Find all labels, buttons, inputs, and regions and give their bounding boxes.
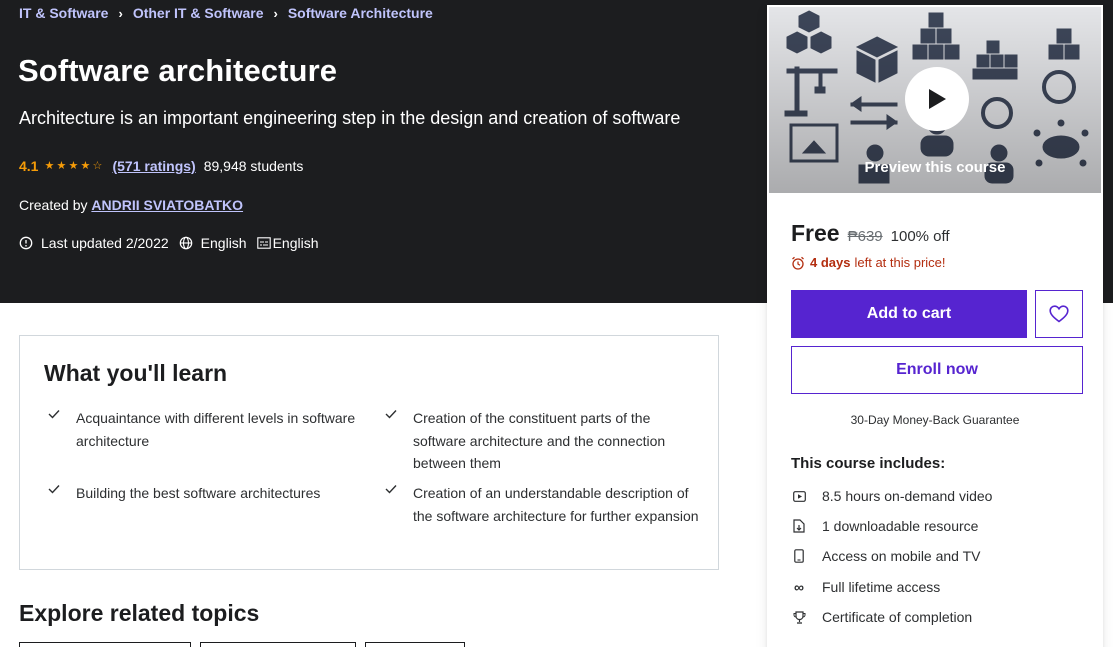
money-back-guarantee: 30-Day Money-Back Guarantee — [850, 413, 1020, 427]
star-icon: ★ — [68, 160, 79, 172]
include-item-text: 8.5 hours on-demand video — [822, 488, 993, 504]
include-item-text: 1 downloadable resource — [822, 518, 979, 534]
explore-related-topics-title: Explore related topics — [19, 600, 260, 626]
last-updated: Last updated 2/2022 — [19, 235, 169, 251]
last-updated-text: Last updated 2/2022 — [41, 235, 169, 251]
include-item-text: Full lifetime access — [822, 579, 941, 595]
chevron-right-icon: › — [273, 5, 278, 21]
include-item-resource: 1 downloadable resource — [791, 518, 978, 534]
include-item-text: Certificate of completion — [822, 609, 973, 625]
topic-chip[interactable] — [19, 642, 191, 647]
captions: English — [256, 235, 319, 251]
play-icon — [929, 89, 946, 109]
purchase-sidebar: Preview this course Free ₱639 100% off 4… — [767, 5, 1103, 647]
language-text: English — [200, 235, 247, 251]
chevron-right-icon: › — [118, 5, 123, 21]
current-price: Free — [791, 220, 840, 246]
language: English — [179, 235, 247, 251]
include-item-mobile: Access on mobile and TV — [791, 548, 981, 564]
breadcrumb-software-architecture[interactable]: Software Architecture — [288, 5, 433, 21]
course-meta: Last updated 2/2022 English English — [19, 235, 329, 251]
add-to-cart-button[interactable]: Add to cart — [791, 290, 1027, 338]
infinity-icon: ∞ — [794, 579, 804, 595]
price-deadline: 4 days left at this price! — [791, 255, 946, 270]
learn-item: Creation of an understandable descriptio… — [381, 482, 703, 527]
includes-title: This course includes: — [791, 455, 946, 472]
mobile-icon — [791, 548, 807, 564]
preview-label: Preview this course — [864, 159, 1006, 176]
what-youll-learn: What you'll learn Acquaintance with diff… — [19, 335, 719, 570]
breadcrumb: IT & Software › Other IT & Software › So… — [19, 5, 433, 21]
file-download-icon — [791, 518, 807, 534]
learn-item-text: Acquaintance with different levels in so… — [76, 410, 356, 449]
course-preview[interactable]: Preview this course — [769, 7, 1101, 193]
ratings-count-link[interactable]: (571 ratings) — [112, 158, 195, 174]
learn-item-text: Creation of the constituent parts of the… — [413, 410, 666, 471]
closed-captions-icon — [256, 237, 271, 249]
include-item-certificate: Certificate of completion — [791, 609, 972, 625]
topic-chip[interactable] — [200, 642, 356, 647]
alert-clock-icon — [19, 236, 33, 250]
star-empty-icon: ☆ — [92, 160, 103, 172]
wishlist-button[interactable] — [1035, 290, 1083, 338]
learn-item-text: Creation of an understandable descriptio… — [413, 485, 699, 524]
topic-chip[interactable] — [365, 642, 465, 647]
learn-item: Creation of the constituent parts of the… — [381, 407, 703, 475]
original-price: ₱639 — [847, 228, 883, 245]
heart-icon — [1049, 305, 1069, 323]
breadcrumb-other-it-software[interactable]: Other IT & Software — [133, 5, 264, 21]
captions-text: English — [272, 235, 319, 251]
trophy-icon — [791, 609, 807, 625]
enroll-now-button[interactable]: Enroll now — [791, 346, 1083, 394]
include-item-lifetime: ∞ Full lifetime access — [791, 579, 940, 595]
star-icon: ★ — [56, 160, 67, 172]
include-item-text: Access on mobile and TV — [822, 548, 981, 564]
star-icon: ★ — [80, 160, 91, 172]
check-icon — [44, 482, 64, 505]
price-row: Free ₱639 100% off — [791, 220, 950, 247]
created-by: Created by ANDRII SVIATOBATKO — [19, 197, 243, 213]
learn-title: What you'll learn — [44, 360, 228, 386]
created-by-label: Created by — [19, 197, 88, 213]
globe-icon — [179, 236, 192, 250]
video-icon — [791, 488, 807, 504]
check-icon — [381, 407, 401, 475]
learn-item: Building the best software architectures — [44, 482, 366, 505]
learn-item-text: Building the best software architectures — [76, 485, 321, 501]
star-icon: ★ — [44, 160, 55, 172]
alarm-clock-icon — [792, 256, 804, 270]
rating-row: 4.1 ★ ★ ★ ★ ☆ (571 ratings) 89,948 stude… — [19, 158, 303, 174]
deadline-days: 4 days — [810, 255, 851, 270]
deadline-text: left at this price! — [854, 255, 946, 270]
author-link[interactable]: ANDRII SVIATOBATKO — [91, 197, 243, 213]
play-button[interactable] — [905, 67, 969, 131]
breadcrumb-it-software[interactable]: IT & Software — [19, 5, 108, 21]
course-title: Software architecture — [18, 53, 338, 88]
rating-number: 4.1 — [19, 158, 39, 174]
check-icon — [44, 407, 64, 452]
star-rating: ★ ★ ★ ★ ☆ — [44, 160, 103, 172]
students-count: 89,948 students — [203, 158, 304, 174]
include-item-video: 8.5 hours on-demand video — [791, 488, 992, 504]
discount-percent: 100% off — [890, 228, 950, 245]
check-icon — [381, 482, 401, 527]
course-subtitle: Architecture is an important engineering… — [19, 108, 681, 128]
learn-item: Acquaintance with different levels in so… — [44, 407, 366, 452]
